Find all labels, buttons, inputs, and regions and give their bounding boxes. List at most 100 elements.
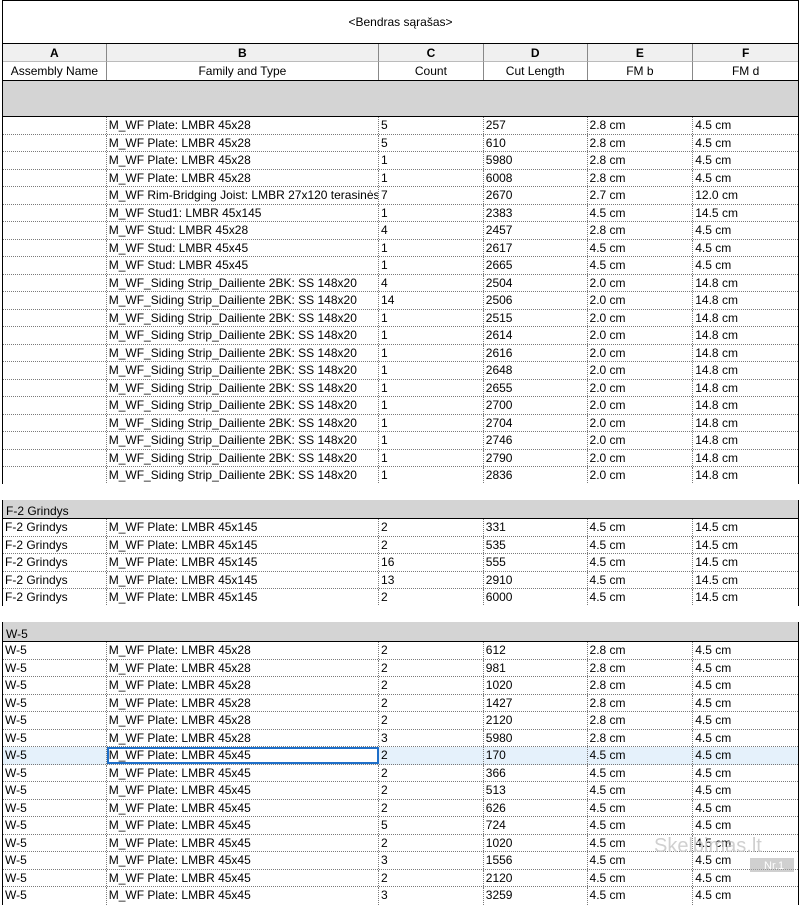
- fm-d-cell[interactable]: 14.8 cm: [693, 432, 798, 449]
- assembly-name-cell[interactable]: W-5: [3, 677, 107, 694]
- cut-length-cell[interactable]: 2614: [484, 327, 588, 344]
- table-row[interactable]: M_WF_Siding Strip_Dailiente 2BK: SS 148x…: [3, 432, 798, 450]
- fm-b-cell[interactable]: 2.8 cm: [588, 152, 694, 169]
- table-row[interactable]: M_WF_Siding Strip_Dailiente 2BK: SS 148x…: [3, 327, 798, 345]
- fm-d-cell[interactable]: 4.5 cm: [693, 695, 798, 712]
- fm-d-cell[interactable]: 14.8 cm: [693, 380, 798, 397]
- fm-d-cell[interactable]: 4.5 cm: [693, 240, 798, 257]
- count-cell[interactable]: 4: [379, 222, 484, 239]
- family-type-cell[interactable]: M_WF_Siding Strip_Dailiente 2BK: SS 148x…: [107, 414, 380, 431]
- fm-b-cell[interactable]: 2.8 cm: [588, 677, 694, 694]
- fm-d-cell[interactable]: 14.8 cm: [693, 467, 798, 485]
- count-cell[interactable]: 1: [379, 397, 484, 414]
- cut-length-cell[interactable]: 1020: [484, 834, 588, 851]
- cut-length-cell[interactable]: 5980: [484, 729, 588, 746]
- family-type-cell[interactable]: M_WF Stud: LMBR 45x28: [107, 222, 380, 239]
- fm-d-cell[interactable]: 14.8 cm: [693, 450, 798, 467]
- fm-b-cell[interactable]: 4.5 cm: [588, 519, 694, 536]
- table-row[interactable]: W-5 M_WF Plate: LMBR 45x45 3 3259 4.5 cm 4.5 …: [3, 887, 798, 905]
- family-type-cell[interactable]: M_WF Plate: LMBR 45x145: [107, 554, 380, 571]
- assembly-name-cell[interactable]: [3, 397, 107, 414]
- cut-length-cell[interactable]: 612: [484, 642, 588, 659]
- assembly-name-cell[interactable]: [3, 152, 107, 169]
- fm-d-cell[interactable]: 14.8 cm: [693, 292, 798, 309]
- table-row[interactable]: M_WF_Siding Strip_Dailiente 2BK: SS 148x…: [3, 467, 798, 485]
- table-row[interactable]: M_WF Stud: LMBR 45x28 4 2457 2.8 cm 4.5 cm: [3, 222, 798, 240]
- assembly-name-cell[interactable]: [3, 467, 107, 485]
- count-cell[interactable]: 2: [379, 677, 484, 694]
- assembly-name-cell[interactable]: W-5: [3, 712, 107, 729]
- fm-b-cell[interactable]: 2.8 cm: [588, 712, 694, 729]
- family-type-cell[interactable]: M_WF Plate: LMBR 45x28: [107, 677, 380, 694]
- family-type-cell[interactable]: M_WF Plate: LMBR 45x28: [107, 642, 380, 659]
- cut-length-cell[interactable]: 610: [484, 134, 588, 151]
- table-row[interactable]: M_WF Plate: LMBR 45x28 1 5980 2.8 cm 4.5 cm: [3, 152, 798, 170]
- assembly-name-cell[interactable]: [3, 432, 107, 449]
- fm-b-cell[interactable]: 2.0 cm: [588, 414, 694, 431]
- fm-b-cell[interactable]: 4.5 cm: [588, 589, 694, 607]
- cut-length-cell[interactable]: 2120: [484, 869, 588, 886]
- count-cell[interactable]: 1: [379, 204, 484, 221]
- table-row[interactable]: W-5 M_WF Plate: LMBR 45x45 5 724 4.5 cm 4.5 c…: [3, 817, 798, 835]
- fm-b-cell[interactable]: 2.0 cm: [588, 309, 694, 326]
- table-row[interactable]: M_WF Stud1: LMBR 45x145 1 2383 4.5 cm 14.5 c…: [3, 204, 798, 222]
- fm-d-cell[interactable]: 4.5 cm: [693, 660, 798, 677]
- assembly-name-cell[interactable]: [3, 414, 107, 431]
- family-type-cell[interactable]: M_WF Plate: LMBR 45x45: [107, 852, 380, 869]
- table-row[interactable]: W-5 M_WF Plate: LMBR 45x28 2 1020 2.8 cm 4.5 …: [3, 677, 798, 695]
- fm-d-cell[interactable]: 4.5 cm: [693, 782, 798, 799]
- fm-d-cell[interactable]: 4.5 cm: [693, 800, 798, 817]
- cut-length-cell[interactable]: 170: [484, 747, 588, 764]
- count-cell[interactable]: 4: [379, 274, 484, 291]
- fm-d-cell[interactable]: 4.5 cm: [693, 870, 798, 887]
- family-type-cell[interactable]: M_WF Stud: LMBR 45x45: [107, 239, 380, 256]
- column-letter-d[interactable]: D: [483, 44, 588, 62]
- family-type-cell[interactable]: M_WF Plate: LMBR 45x145: [107, 571, 380, 588]
- fm-b-cell[interactable]: 4.5 cm: [588, 239, 694, 256]
- cut-length-cell[interactable]: 257: [484, 117, 588, 134]
- cut-length-cell[interactable]: 2504: [484, 274, 588, 291]
- family-type-cell[interactable]: M_WF Plate: LMBR 45x28: [107, 694, 380, 711]
- family-type-cell[interactable]: M_WF Plate: LMBR 45x28: [107, 729, 380, 746]
- count-cell[interactable]: 3: [379, 729, 484, 746]
- count-cell[interactable]: 1: [379, 327, 484, 344]
- column-letter-b[interactable]: B: [106, 44, 380, 62]
- count-cell[interactable]: 5: [379, 134, 484, 151]
- table-row[interactable]: M_WF_Siding Strip_Dailiente 2BK: SS 148x…: [3, 309, 798, 327]
- fm-b-cell[interactable]: 4.5 cm: [588, 887, 694, 905]
- cut-length-cell[interactable]: 366: [484, 764, 588, 781]
- cut-length-cell[interactable]: 2120: [484, 712, 588, 729]
- table-row[interactable]: W-5 M_WF Plate: LMBR 45x28 2 981 2.8 cm 4.5 c…: [3, 659, 798, 677]
- family-type-cell[interactable]: M_WF_Siding Strip_Dailiente 2BK: SS 148x…: [107, 397, 380, 414]
- fm-d-cell[interactable]: 12.0 cm: [693, 187, 798, 204]
- count-cell[interactable]: 1: [379, 449, 484, 466]
- fm-b-cell[interactable]: 4.5 cm: [588, 204, 694, 221]
- fm-d-cell[interactable]: 4.5 cm: [693, 887, 798, 905]
- assembly-name-cell[interactable]: [3, 379, 107, 396]
- count-cell[interactable]: 13: [379, 571, 484, 588]
- cut-length-cell[interactable]: 2506: [484, 292, 588, 309]
- count-cell[interactable]: 1: [379, 344, 484, 361]
- cut-length-cell[interactable]: 2700: [484, 397, 588, 414]
- table-row[interactable]: M_WF_Siding Strip_Dailiente 2BK: SS 148x…: [3, 274, 798, 292]
- fm-d-cell[interactable]: 4.5 cm: [693, 852, 798, 869]
- table-row[interactable]: W-5 M_WF Plate: LMBR 45x45 2 170 4.5 cm 4.5 c…: [3, 747, 798, 765]
- fm-b-cell[interactable]: 4.5 cm: [588, 571, 694, 588]
- table-row[interactable]: M_WF_Siding Strip_Dailiente 2BK: SS 148x…: [3, 344, 798, 362]
- fm-b-cell[interactable]: 2.0 cm: [588, 327, 694, 344]
- family-type-cell[interactable]: M_WF Stud1: LMBR 45x145: [107, 204, 380, 221]
- fm-d-cell[interactable]: 4.5 cm: [693, 677, 798, 694]
- cut-length-cell[interactable]: 2670: [484, 187, 588, 204]
- table-row[interactable]: M_WF Stud: LMBR 45x45 1 2665 4.5 cm 4.5 cm: [3, 257, 798, 275]
- fm-d-cell[interactable]: 4.5 cm: [693, 170, 798, 187]
- count-cell[interactable]: 3: [379, 852, 484, 869]
- fm-d-cell[interactable]: 14.8 cm: [693, 345, 798, 362]
- family-type-cell[interactable]: M_WF_Siding Strip_Dailiente 2BK: SS 148x…: [107, 449, 380, 466]
- fm-b-cell[interactable]: 2.0 cm: [588, 432, 694, 449]
- family-type-cell[interactable]: M_WF_Siding Strip_Dailiente 2BK: SS 148x…: [107, 344, 380, 361]
- table-row[interactable]: M_WF_Siding Strip_Dailiente 2BK: SS 148x…: [3, 449, 798, 467]
- column-name-family-type[interactable]: Family and Type: [107, 62, 380, 80]
- family-type-cell[interactable]: M_WF_Siding Strip_Dailiente 2BK: SS 148x…: [107, 309, 380, 326]
- count-cell[interactable]: 1: [379, 432, 484, 449]
- fm-b-cell[interactable]: 2.0 cm: [588, 344, 694, 361]
